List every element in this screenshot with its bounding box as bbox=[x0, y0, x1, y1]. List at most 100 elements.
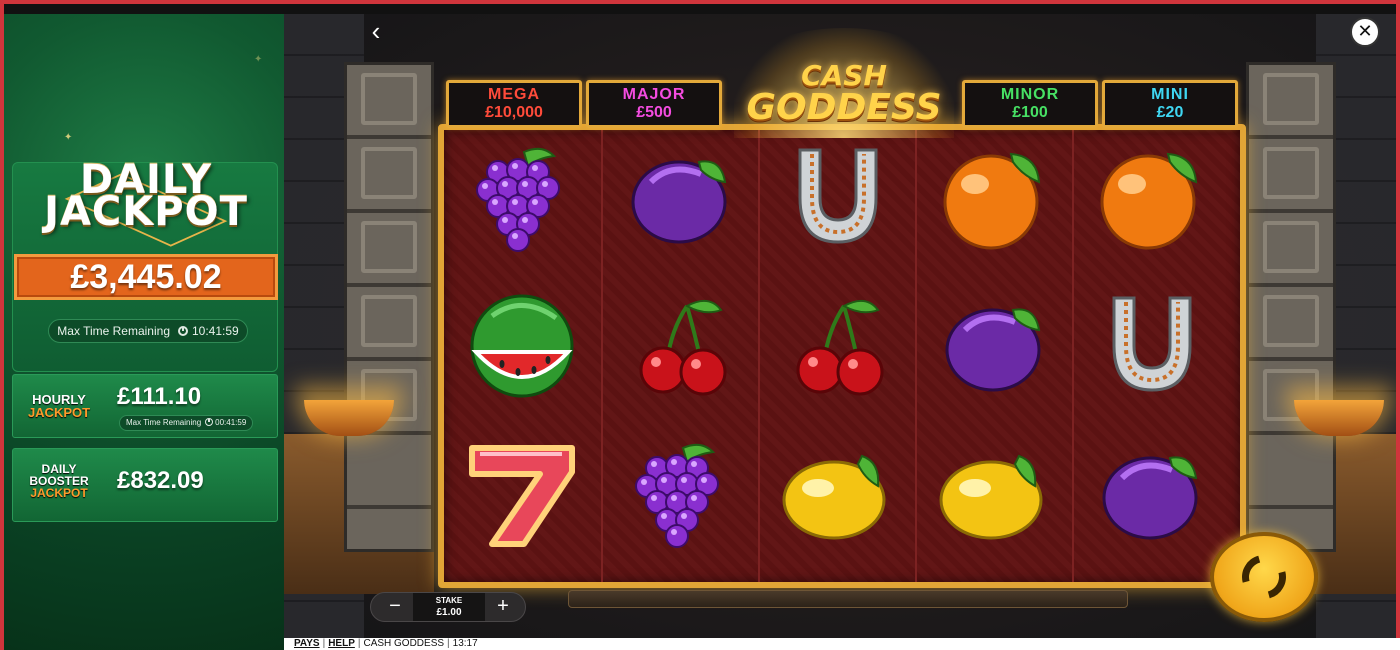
orange-icon bbox=[1100, 152, 1198, 250]
close-icon: ✕ bbox=[1357, 21, 1373, 41]
reel-4 bbox=[915, 130, 1072, 582]
glyph-carving bbox=[361, 73, 417, 125]
reel-1 bbox=[444, 130, 601, 582]
plum-icon bbox=[945, 308, 1041, 392]
slot-game-area: ‹ ✕ MEGA £10,000 MAJOR £500 MINOR £100 M… bbox=[284, 14, 1396, 638]
sparkle-icon: ✦ bbox=[254, 54, 263, 65]
orange-symbol bbox=[935, 142, 1055, 252]
mini-jackpot-name: MINI bbox=[1151, 86, 1189, 103]
help-link[interactable]: HELP bbox=[328, 638, 355, 649]
hourly-jackpot-timer: Max Time Remaining 00:41:59 bbox=[119, 415, 254, 431]
daily-booster-jackpot-label: DAILY BOOSTER JACKPOT bbox=[17, 463, 101, 499]
mega-jackpot-name: MEGA bbox=[488, 86, 540, 103]
plum-icon bbox=[631, 160, 727, 244]
daily-booster-label-line3: JACKPOT bbox=[30, 486, 88, 500]
temple-pillar-right bbox=[1246, 62, 1336, 552]
footer-clock: 13:17 bbox=[452, 638, 478, 649]
mega-jackpot-amount: £10,000 bbox=[485, 104, 543, 121]
daily-jackpot-logo: DAILY JACKPOT bbox=[16, 152, 276, 247]
sparkle-icon: ✦ bbox=[64, 132, 73, 143]
grapes-icon bbox=[635, 443, 719, 548]
daily-jackpot-amount: £3,445.02 bbox=[14, 254, 278, 300]
glyph-carving bbox=[1263, 147, 1319, 199]
grapes-symbol bbox=[462, 142, 582, 252]
back-button[interactable]: ‹ bbox=[364, 18, 388, 44]
decrease-stake-button[interactable]: − bbox=[375, 593, 415, 621]
horseshoe-symbol bbox=[1092, 290, 1212, 400]
orange-symbol bbox=[1092, 142, 1212, 252]
footer-separator: | bbox=[447, 638, 450, 649]
daily-booster-jackpot-panel: DAILY BOOSTER JACKPOT £832.09 bbox=[12, 448, 278, 522]
footer-bar: PAYS | HELP | CASH GODDESS | 13:17 bbox=[284, 638, 1400, 650]
game-title-line2: GODDESS bbox=[746, 87, 942, 128]
timer-value: 10:41:59 bbox=[192, 324, 239, 338]
plum-icon bbox=[1102, 456, 1198, 540]
footer-game-name: CASH GODDESS bbox=[363, 638, 445, 649]
daily-booster-jackpot-amount: £832.09 bbox=[117, 467, 204, 494]
major-jackpot-plaque: MAJOR £500 bbox=[586, 80, 722, 128]
jackpot-sidebar: ✦ ✦ ✦ DAILY JACKPOT £3,445.02 Max Time R… bbox=[4, 14, 284, 650]
horseshoe-icon bbox=[1112, 296, 1192, 392]
glyph-carving bbox=[1263, 73, 1319, 125]
mini-jackpot-amount: £20 bbox=[1156, 104, 1184, 121]
cherries-icon bbox=[796, 299, 884, 396]
daily-jackpot-title-line2: JACKPOT bbox=[44, 189, 248, 235]
hourly-jackpot-panel: HOURLY JACKPOT £111.10 Max Time Remainin… bbox=[12, 374, 278, 438]
seven-symbol bbox=[462, 438, 582, 548]
timer-label: Max Time Remaining bbox=[57, 324, 170, 338]
plum-symbol bbox=[1092, 438, 1212, 548]
stake-value: £1.00 bbox=[436, 607, 462, 618]
temple-pillar-left bbox=[344, 62, 434, 552]
spin-button[interactable] bbox=[1210, 532, 1318, 622]
chevron-left-icon: ‹ bbox=[371, 16, 381, 46]
grapes-icon bbox=[476, 147, 560, 252]
lemon-icon bbox=[782, 454, 886, 540]
cherries-icon bbox=[639, 299, 727, 396]
clock-icon bbox=[178, 326, 188, 336]
horseshoe-symbol bbox=[778, 142, 898, 252]
mini-jackpot-plaque: MINI £20 bbox=[1102, 80, 1238, 128]
reel-5 bbox=[1072, 130, 1229, 582]
timer-value: 00:41:59 bbox=[215, 418, 247, 427]
glyph-carving bbox=[361, 221, 417, 273]
hourly-jackpot-label: HOURLY JACKPOT bbox=[17, 393, 101, 419]
reel-grid bbox=[438, 124, 1246, 588]
timer-label: Max Time Remaining bbox=[126, 418, 202, 427]
glyph-carving bbox=[1263, 295, 1319, 347]
game-title-logo: CASH GODDESS bbox=[724, 28, 964, 138]
glyph-carving bbox=[361, 295, 417, 347]
watermelon-icon bbox=[470, 294, 574, 398]
stake-label: STAKE bbox=[435, 596, 463, 605]
pays-link[interactable]: PAYS bbox=[294, 638, 320, 649]
watermelon-symbol bbox=[462, 290, 582, 400]
plum-symbol bbox=[621, 142, 741, 252]
lemon-icon bbox=[939, 454, 1043, 540]
increase-stake-button[interactable]: + bbox=[483, 593, 523, 621]
lemon-symbol bbox=[935, 438, 1055, 548]
daily-jackpot-timer: Max Time Remaining 10:41:59 bbox=[48, 319, 248, 343]
cherries-symbol bbox=[621, 290, 741, 400]
glyph-carving bbox=[1263, 221, 1319, 273]
spin-icon bbox=[1233, 546, 1295, 608]
mega-jackpot-plaque: MEGA £10,000 bbox=[446, 80, 582, 128]
reel-base-strip bbox=[568, 590, 1128, 608]
footer-separator: | bbox=[322, 638, 326, 649]
hourly-jackpot-label-line2: JACKPOT bbox=[27, 405, 91, 420]
close-button[interactable]: ✕ bbox=[1350, 17, 1380, 47]
stake-display: STAKE £1.00 bbox=[413, 593, 485, 621]
minor-jackpot-name: MINOR bbox=[1000, 86, 1060, 103]
horseshoe-icon bbox=[798, 148, 878, 244]
cherries-symbol bbox=[778, 290, 898, 400]
seven-icon bbox=[469, 445, 575, 547]
clock-icon bbox=[205, 418, 214, 426]
major-jackpot-name: MAJOR bbox=[622, 86, 686, 103]
glyph-carving bbox=[361, 147, 417, 199]
minor-jackpot-amount: £100 bbox=[1012, 104, 1048, 121]
reel-3 bbox=[758, 130, 915, 582]
grapes-symbol bbox=[621, 438, 741, 548]
reel-2 bbox=[601, 130, 758, 582]
lemon-symbol bbox=[778, 438, 898, 548]
stake-control: − STAKE £1.00 + bbox=[370, 592, 526, 622]
orange-icon bbox=[943, 152, 1041, 250]
major-jackpot-amount: £500 bbox=[636, 104, 672, 121]
